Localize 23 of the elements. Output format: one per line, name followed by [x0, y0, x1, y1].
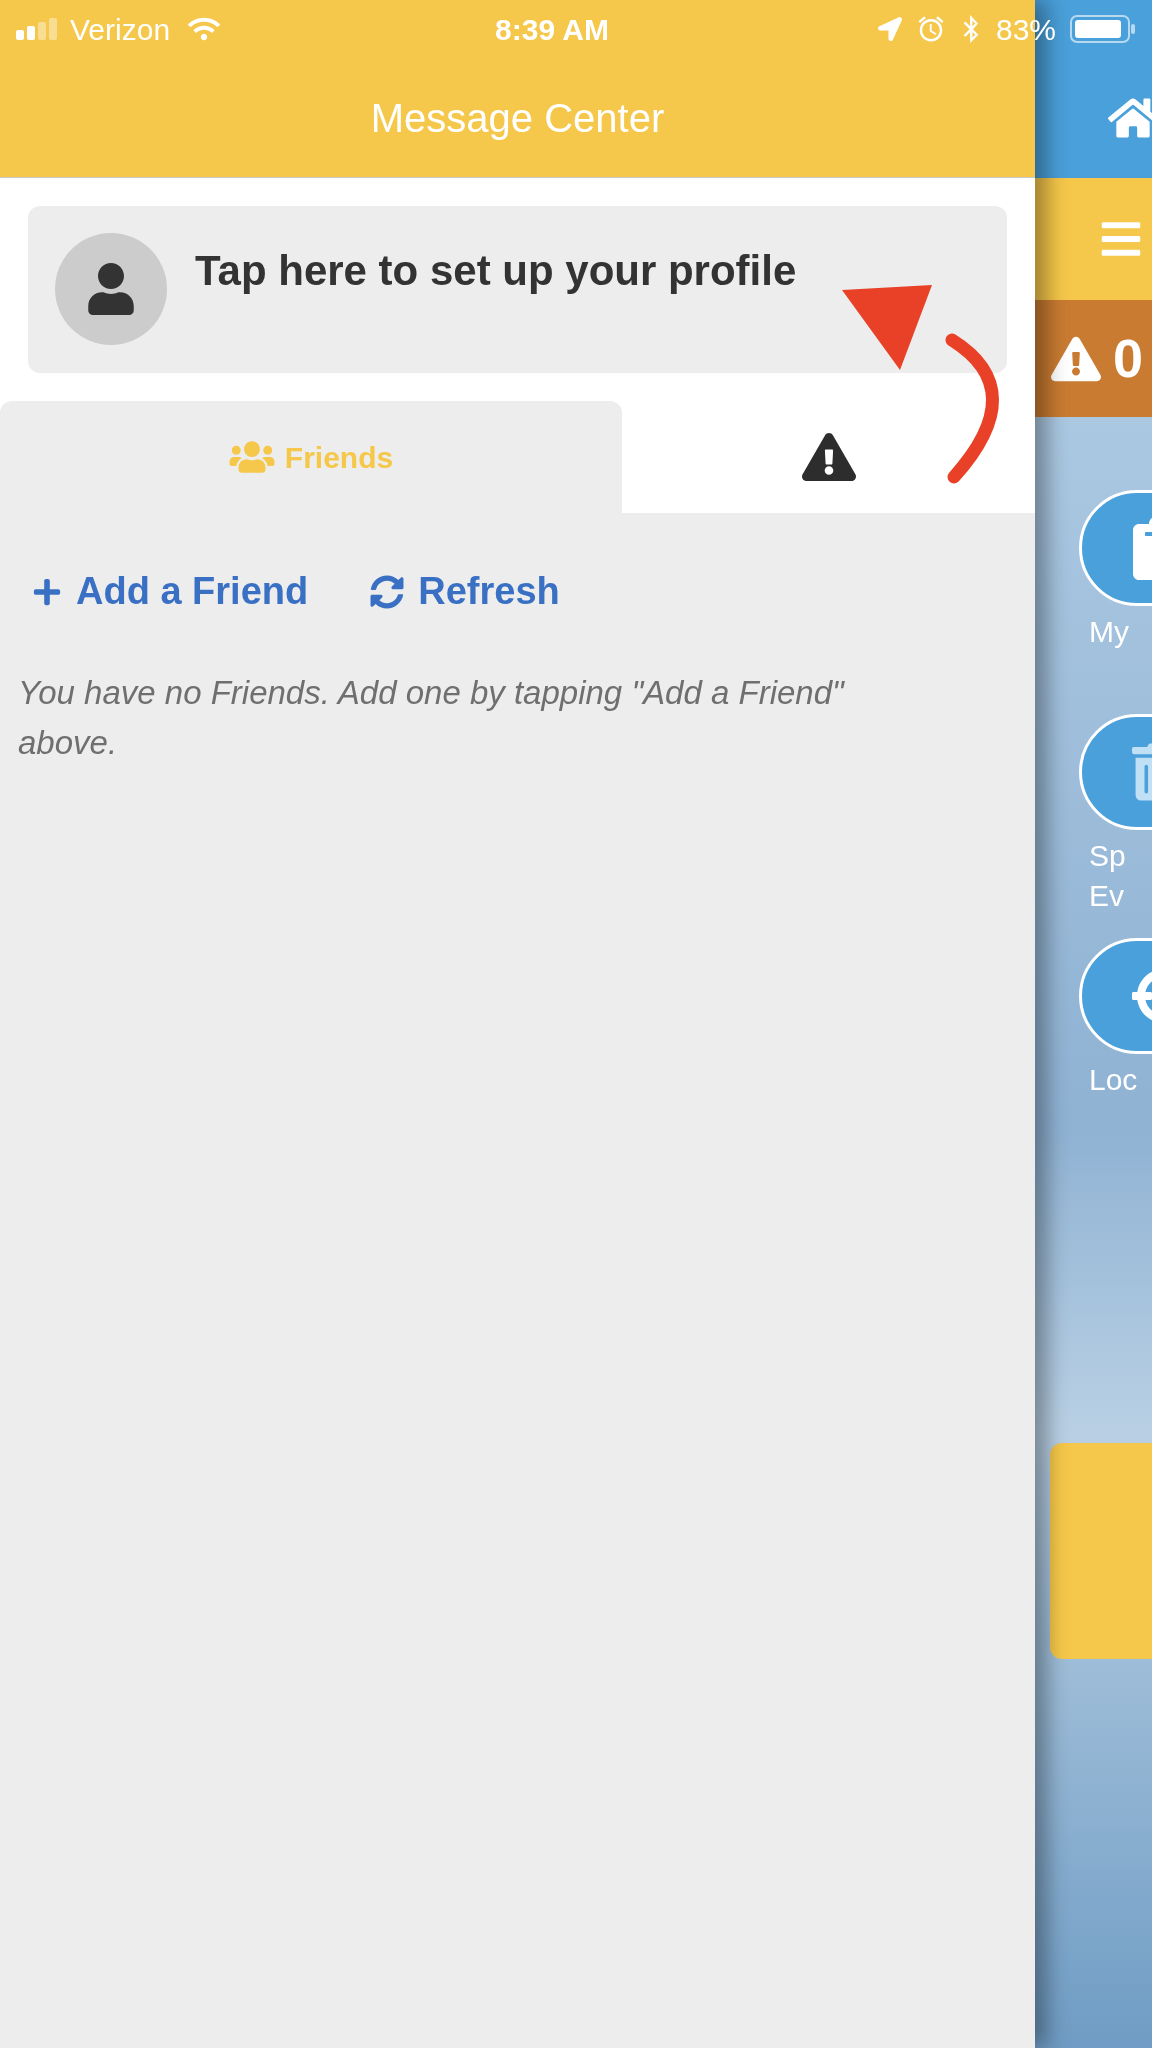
carrier-name: Verizon [70, 11, 171, 48]
person-icon [85, 263, 137, 315]
menu-label: Ev [1089, 878, 1124, 914]
profile-prompt: Tap here to set up your profile [195, 246, 797, 296]
plus-icon [32, 576, 62, 607]
signal-icon [16, 18, 60, 40]
add-friend-link[interactable]: Add a Friend [32, 563, 309, 620]
refresh-link[interactable]: Refresh [370, 563, 560, 620]
clock-time: 8:39 AM [494, 11, 610, 48]
warning-icon [1051, 335, 1101, 382]
location-icon [877, 17, 902, 41]
empty-message: You have no Friends. Add one by tapping "Add a Friend" above. [17, 673, 846, 763]
profile-card[interactable]: Tap here to set up your profile [28, 206, 1007, 373]
refresh-icon [370, 574, 405, 609]
battery-icon [1070, 15, 1136, 43]
people-icon [228, 439, 275, 475]
menu-label: My [1089, 614, 1129, 650]
wifi-icon [188, 16, 221, 42]
menu-label: Loc [1089, 1062, 1138, 1098]
alert-count: 0 [1113, 327, 1144, 390]
menu-label: Sp [1089, 838, 1126, 874]
warning-icon [801, 433, 856, 481]
header-title: Message Center [370, 94, 665, 142]
